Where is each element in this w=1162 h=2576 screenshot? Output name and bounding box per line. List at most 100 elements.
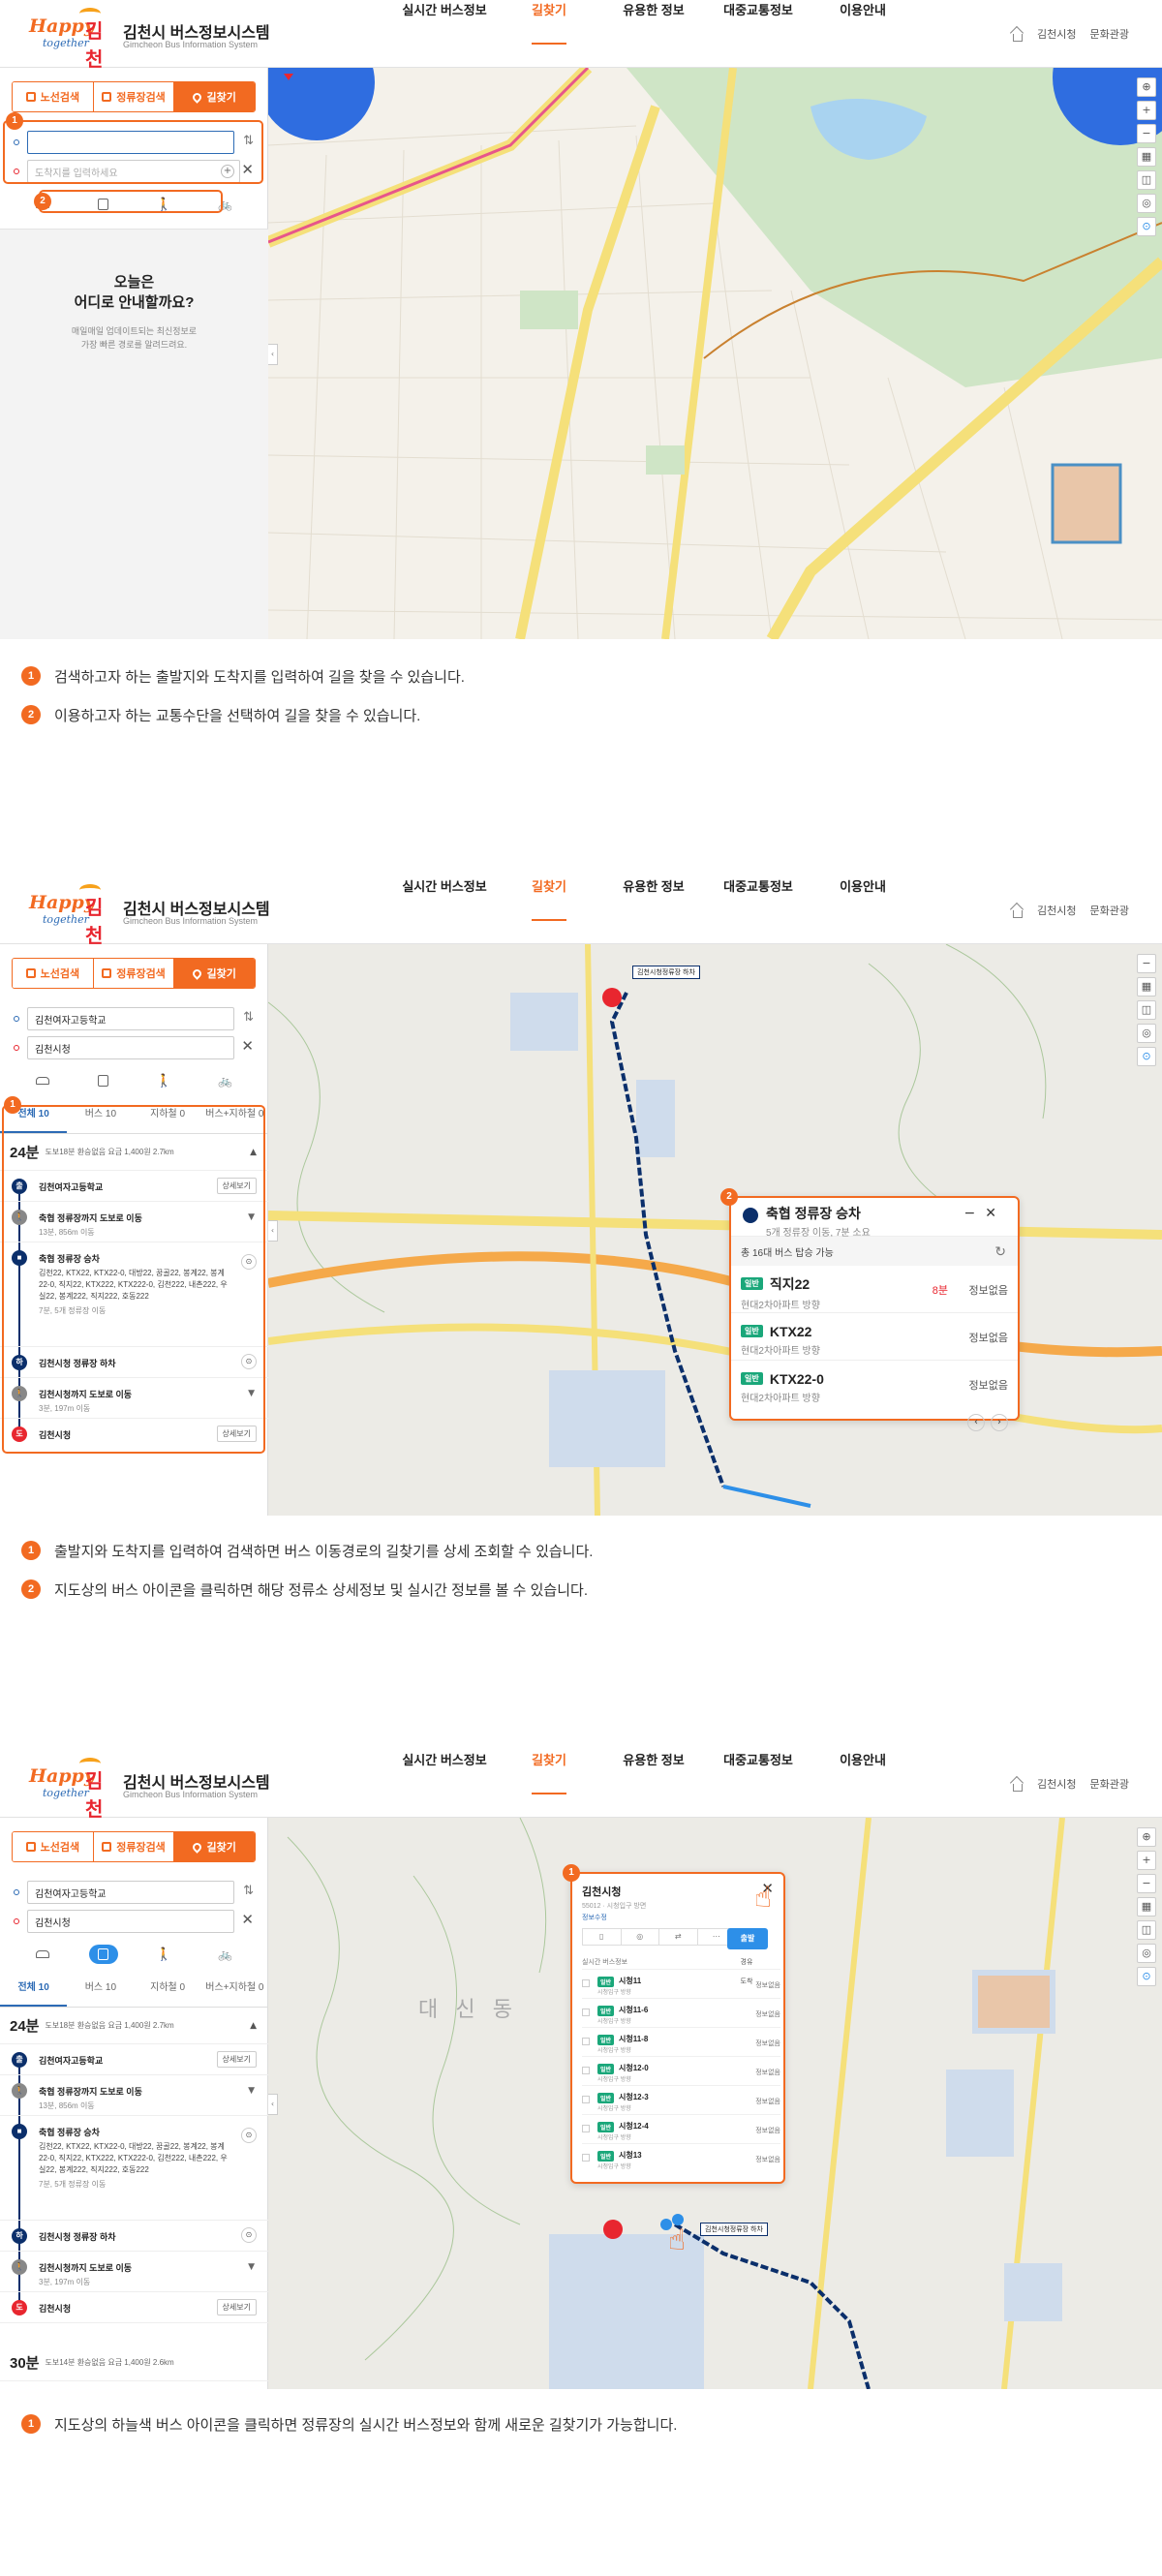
map-type-button[interactable]: ◫ — [1137, 170, 1156, 190]
zoom-out-button[interactable]: − — [1137, 1874, 1156, 1893]
layer-button[interactable]: ▦ — [1137, 147, 1156, 167]
end-input[interactable]: 김천시청 — [27, 1910, 234, 1933]
tab-directions[interactable]: 길찾기 — [174, 1832, 255, 1861]
nav-realtime[interactable]: 실시간 버스정보 — [392, 0, 497, 68]
popup-controls[interactable]: −✕ — [964, 1206, 1006, 1221]
util-cityhall[interactable]: 김천시청 — [1037, 1776, 1076, 1792]
util-tour[interactable]: 문화관광 — [1090, 1776, 1129, 1792]
expand-icon[interactable]: ▼ — [248, 2086, 255, 2096]
home-icon[interactable] — [1010, 1778, 1024, 1792]
clear-icon[interactable]: ✕ — [241, 1037, 254, 1055]
zoom-out-button[interactable]: − — [1137, 954, 1156, 973]
popup-edit-link[interactable]: 정보수정 — [582, 1913, 607, 1922]
tab-stop-search[interactable]: 정류장검색 — [93, 959, 175, 988]
zoom-in-button[interactable]: + — [1137, 1851, 1156, 1870]
bus-row[interactable]: 일반 시청11-6 시청입구 방향 정보없음 — [582, 1998, 780, 2027]
zoom-out-button[interactable]: − — [1137, 124, 1156, 143]
bus-row[interactable]: 일반 시청13 시청입구 방향 정보없음 — [582, 2143, 780, 2172]
tab-stop-search[interactable]: 정류장검색 — [93, 1832, 175, 1861]
map-type-button[interactable]: ◫ — [1137, 1000, 1156, 1020]
locate-button[interactable]: ⊕ — [1137, 77, 1156, 97]
panel-toggle[interactable]: ‹ — [268, 1220, 278, 1242]
tab-route-search[interactable]: 노선검색 — [13, 959, 94, 988]
result-tab-mixed[interactable]: 버스+지하철 0 — [201, 1978, 268, 2007]
my-location-button[interactable]: ⊙ — [1137, 1967, 1156, 1986]
bus-row[interactable]: 일반 시청12-3 시청입구 방향 정보없음 — [582, 2085, 780, 2114]
nav-route[interactable]: 길찾기 — [497, 0, 601, 68]
route-summary[interactable]: 24분 도보18분 환승없음 요금 1,400원 2.7km ▲ — [0, 2008, 268, 2044]
result-tab-subway[interactable]: 지하철 0 — [135, 1978, 201, 2007]
nav-transit[interactable]: 대중교통정보 — [706, 876, 810, 944]
bus-row[interactable]: 일반 직지22 현대2차아파트 방향 8분 정보없음 — [731, 1266, 1018, 1313]
nav-transit[interactable]: 대중교통정보 — [706, 0, 810, 68]
checkbox[interactable] — [582, 2125, 590, 2132]
util-tour[interactable]: 문화관광 — [1090, 903, 1129, 918]
mode-bike[interactable]: 🚲 — [211, 1945, 240, 1964]
home-icon[interactable] — [1010, 905, 1024, 918]
mode-bike[interactable]: 🚲 — [211, 1071, 240, 1090]
mode-car[interactable] — [28, 1945, 57, 1964]
detail-button[interactable]: 상세보기 — [216, 2051, 257, 2068]
nav-realtime[interactable]: 실시간 버스정보 — [392, 876, 497, 944]
checkbox[interactable] — [582, 1979, 590, 1987]
bus-row[interactable]: 일반 시청11-8 시청입구 방향 정보없음 — [582, 2027, 780, 2056]
detail-button[interactable]: 상세보기 — [216, 2299, 257, 2315]
util-tour[interactable]: 문화관광 — [1090, 26, 1129, 42]
nav-useful[interactable]: 유용한 정보 — [601, 0, 706, 68]
nav-route[interactable]: 길찾기 — [497, 876, 601, 944]
refresh-icon[interactable]: ↻ — [994, 1243, 1006, 1260]
nav-useful[interactable]: 유용한 정보 — [601, 1750, 706, 1818]
mode-bus[interactable] — [88, 1945, 118, 1964]
util-cityhall[interactable]: 김천시청 — [1037, 903, 1076, 918]
checkbox[interactable] — [582, 2154, 590, 2162]
checkbox[interactable] — [582, 2096, 590, 2103]
result-tab-bus[interactable]: 버스 10 — [67, 1978, 134, 2007]
expand-icon[interactable]: ▼ — [248, 2262, 255, 2272]
nav-guide[interactable]: 이용안내 — [810, 0, 915, 68]
bus-row[interactable]: 일반 시청12-0 시청입구 방향 정보없음 — [582, 2056, 780, 2085]
panel-toggle[interactable]: ‹ — [268, 2094, 278, 2115]
nav-guide[interactable]: 이용안내 — [810, 1750, 915, 1818]
map[interactable]: 김천시청정류장 하차 − ▦ ◫ ◎ ⊙ ‹ 축협 정류장 승차 5개 정류장 … — [268, 944, 1162, 1516]
map-stop-label[interactable]: 김천시청정류장 하차 — [700, 2223, 768, 2236]
nav-useful[interactable]: 유용한 정보 — [601, 876, 706, 944]
pin-icon[interactable]: ◎ — [622, 1929, 659, 1945]
panel-toggle[interactable]: ‹ — [268, 344, 278, 365]
map-type-button[interactable]: ◫ — [1137, 1920, 1156, 1940]
logo[interactable]: Happy together 김천 — [29, 8, 116, 71]
distance-button[interactable]: ◎ — [1137, 1024, 1156, 1043]
util-cityhall[interactable]: 김천시청 — [1037, 26, 1076, 42]
bus-info-icon[interactable]: ⊙ — [241, 2128, 257, 2143]
layer-button[interactable]: ▦ — [1137, 1897, 1156, 1917]
home-icon[interactable] — [1010, 28, 1024, 42]
next-icon[interactable]: › — [991, 1414, 1008, 1431]
tab-directions[interactable]: 길찾기 — [174, 82, 255, 111]
collapse-arrow-icon[interactable]: ▲ — [250, 2021, 257, 2031]
prev-icon[interactable]: ‹ — [967, 1414, 985, 1431]
swap-icon[interactable]: ⇅ — [243, 1010, 254, 1025]
mode-bus[interactable] — [89, 1071, 118, 1090]
start-input[interactable]: 김천여자고등학교 — [27, 1007, 234, 1030]
stop-info-icon[interactable]: ⊙ — [241, 2227, 257, 2243]
bus-row[interactable]: 일반 시청12-4 시청입구 방향 정보없음 — [582, 2114, 780, 2143]
tab-route-search[interactable]: 노선검색 — [13, 82, 94, 111]
bus-row[interactable]: 일반 KTX22-0 현대2차아파트 방향 정보없음 — [731, 1361, 1018, 1408]
mode-walk[interactable]: 🚶 — [150, 1071, 179, 1090]
tab-stop-search[interactable]: 정류장검색 — [93, 82, 175, 111]
tab-route-search[interactable]: 노선검색 — [13, 1832, 94, 1861]
layer-button[interactable]: ▦ — [1137, 977, 1156, 997]
route-summary-2[interactable]: 30분 도보14분 환승없음 요금 1,400원 2.6km — [0, 2345, 268, 2381]
bus-row[interactable]: 일반 KTX22 현대2차아파트 방향 정보없음 — [731, 1313, 1018, 1361]
logo[interactable]: Happy together 김천 — [29, 1758, 116, 1821]
depart-button[interactable]: 출발 — [727, 1928, 768, 1949]
checkbox[interactable] — [582, 2038, 590, 2045]
my-location-button[interactable]: ⊙ — [1137, 217, 1156, 236]
bookmark-icon[interactable]: ▯ — [583, 1929, 622, 1945]
distance-button[interactable]: ◎ — [1137, 194, 1156, 213]
nav-guide[interactable]: 이용안내 — [810, 876, 915, 944]
swap-icon[interactable]: ⇅ — [243, 1884, 254, 1898]
zoom-in-button[interactable]: + — [1137, 101, 1156, 120]
checkbox[interactable] — [582, 2067, 590, 2074]
clear-icon[interactable]: ✕ — [241, 1911, 254, 1928]
nav-transit[interactable]: 대중교통정보 — [706, 1750, 810, 1818]
